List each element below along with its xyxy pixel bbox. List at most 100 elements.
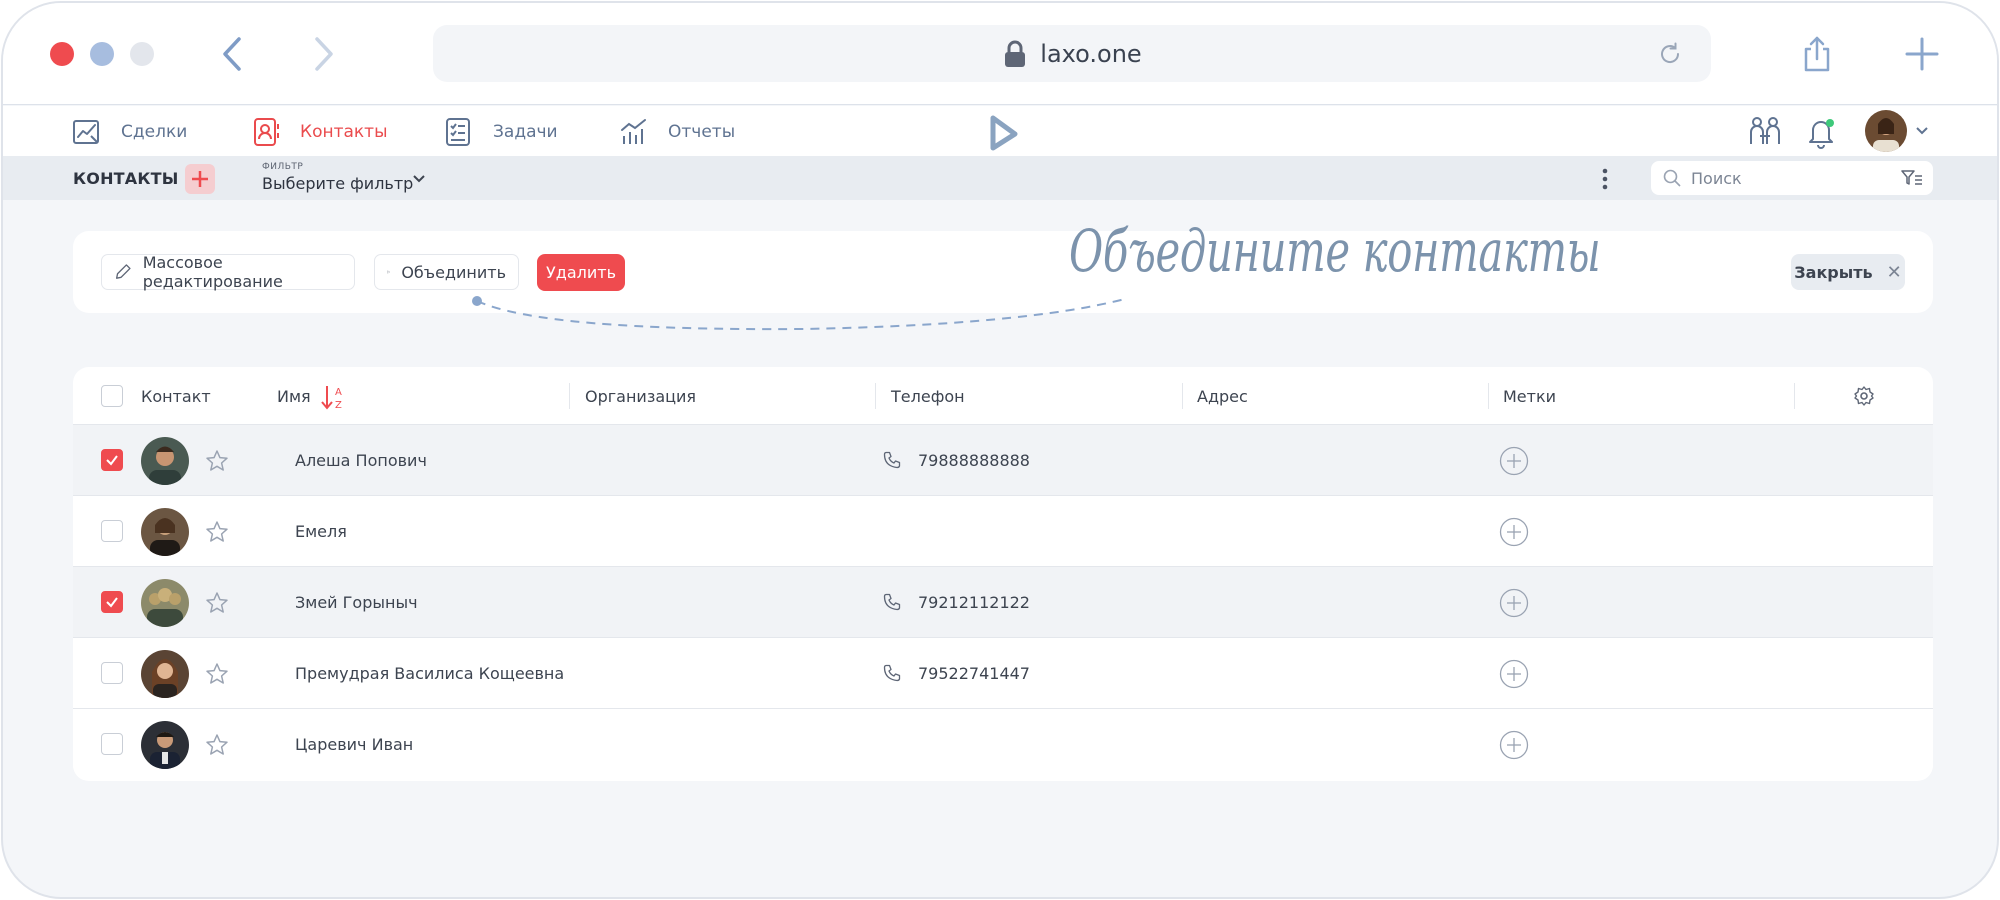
address-bar[interactable]: laxo.one <box>433 25 1711 82</box>
contact-name[interactable]: Змей Горыныч <box>295 593 418 612</box>
column-divider[interactable] <box>875 383 876 409</box>
delete-button[interactable]: Удалить <box>537 254 625 291</box>
laxo-logo-icon[interactable] <box>985 114 1021 154</box>
tasks-checklist-icon <box>446 118 470 146</box>
avatar <box>141 508 189 556</box>
app-navigation: Сделки Контакты Задачи Отчеты <box>3 106 1997 156</box>
page-title: КОНТАКТЫ <box>73 169 179 188</box>
table-row[interactable]: Змей Горыныч 79212112122 <box>73 567 1933 638</box>
add-contact-button[interactable] <box>185 164 215 194</box>
column-header-contact[interactable]: Контакт <box>141 387 211 406</box>
chevron-down-icon[interactable] <box>412 172 426 186</box>
search-input[interactable] <box>1691 168 1871 188</box>
column-header-name[interactable]: Имя <box>277 387 311 406</box>
avatar <box>141 437 189 485</box>
favorite-star-icon[interactable] <box>205 520 229 544</box>
close-label: Закрыть <box>1794 262 1873 282</box>
contact-phone[interactable]: 79888888888 <box>918 451 1030 470</box>
user-avatar[interactable] <box>1865 110 1907 152</box>
favorite-star-icon[interactable] <box>205 662 229 686</box>
nav-item-deals[interactable]: Сделки <box>71 114 187 150</box>
contacts-toolbar: КОНТАКТЫ ФИЛЬТР Выберите фильтр <box>3 156 1997 200</box>
merge-branch-icon <box>387 270 390 274</box>
notification-bell-icon[interactable] <box>1803 114 1839 150</box>
chevron-down-icon[interactable] <box>1915 124 1929 138</box>
select-all-checkbox[interactable] <box>101 385 123 407</box>
contact-phone[interactable]: 79522741447 <box>918 664 1030 683</box>
mass-edit-button[interactable]: Массовое редактирование <box>101 253 355 291</box>
browser-toolbar: laxo.one <box>3 3 1997 105</box>
column-header-address[interactable]: Адрес <box>1197 387 1248 406</box>
table-row[interactable]: Царевич Иван <box>73 709 1933 780</box>
hint-dashed-line <box>472 296 1126 331</box>
add-tag-icon[interactable] <box>1499 446 1529 476</box>
avatar <box>141 650 189 698</box>
favorite-star-icon[interactable] <box>205 591 229 615</box>
avatar <box>141 721 189 769</box>
close-icon: ✕ <box>1886 261 1902 283</box>
row-checkbox[interactable] <box>101 591 123 613</box>
row-checkbox[interactable] <box>101 662 123 684</box>
favorite-star-icon[interactable] <box>205 733 229 757</box>
phone-icon <box>883 451 901 469</box>
browser-window: laxo.one Сделки Контакты Задачи Отчеты К… <box>1 1 1999 899</box>
table-row[interactable]: Премудрая Василиса Кощеевна 79522741447 <box>73 638 1933 709</box>
row-checkbox[interactable] <box>101 733 123 755</box>
nav-item-tasks[interactable]: Задачи <box>443 114 558 150</box>
team-users-icon[interactable] <box>1747 114 1783 150</box>
contact-name[interactable]: Царевич Иван <box>295 735 413 754</box>
nav-label: Задачи <box>493 122 558 142</box>
add-tag-icon[interactable] <box>1499 659 1529 689</box>
column-divider[interactable] <box>1182 383 1183 409</box>
favorite-star-icon[interactable] <box>205 449 229 473</box>
filter-funnel-icon[interactable] <box>1901 169 1923 187</box>
pencil-icon <box>115 264 131 279</box>
checkmark-icon <box>106 455 118 466</box>
mass-edit-label: Массовое редактирование <box>142 253 283 291</box>
url-text: laxo.one <box>1040 39 1142 68</box>
checkmark-icon <box>106 597 118 608</box>
column-header-tags[interactable]: Метки <box>1503 387 1556 406</box>
reload-icon[interactable] <box>1657 41 1683 67</box>
add-tag-icon[interactable] <box>1499 517 1529 547</box>
lock-icon <box>1005 40 1026 67</box>
sort-ascending-icon[interactable]: A Z <box>321 383 347 411</box>
avatar <box>141 579 189 627</box>
table-row[interactable]: Алеша Попович 79888888888 <box>73 425 1933 496</box>
column-divider[interactable] <box>1488 383 1489 409</box>
close-button[interactable]: Закрыть ✕ <box>1791 254 1905 290</box>
minimize-window-button[interactable] <box>90 42 114 66</box>
close-window-button[interactable] <box>50 42 74 66</box>
forward-arrow-icon[interactable] <box>307 33 337 75</box>
column-divider[interactable] <box>1794 383 1795 409</box>
contact-name[interactable]: Премудрая Василиса Кощеевна <box>295 664 564 683</box>
more-options-icon[interactable] <box>1601 168 1609 190</box>
back-arrow-icon[interactable] <box>219 33 249 75</box>
contact-name[interactable]: Алеша Попович <box>295 451 427 470</box>
merge-hint-text: Объедините контакты <box>1069 217 1601 285</box>
row-checkbox[interactable] <box>101 520 123 542</box>
nav-label: Отчеты <box>668 122 736 142</box>
table-header: Контакт Имя A Z Организация Телефон Адре… <box>73 367 1933 425</box>
contacts-book-icon <box>254 118 279 146</box>
add-tag-icon[interactable] <box>1499 588 1529 618</box>
filter-select[interactable]: Выберите фильтр <box>262 174 413 193</box>
table-row[interactable]: Емеля <box>73 496 1933 567</box>
merge-label: Объединить <box>401 262 506 282</box>
nav-item-contacts[interactable]: Контакты <box>250 114 388 150</box>
merge-button[interactable]: Объединить <box>374 254 519 290</box>
column-header-organization[interactable]: Организация <box>585 387 696 406</box>
new-tab-plus-icon[interactable] <box>1905 37 1939 71</box>
column-header-phone[interactable]: Телефон <box>891 387 965 406</box>
nav-item-reports[interactable]: Отчеты <box>618 114 735 150</box>
maximize-window-button[interactable] <box>130 42 154 66</box>
row-checkbox[interactable] <box>101 449 123 471</box>
add-tag-icon[interactable] <box>1499 730 1529 760</box>
filter-caption: ФИЛЬТР <box>262 162 304 172</box>
share-icon[interactable] <box>1801 35 1833 73</box>
column-divider[interactable] <box>569 383 570 409</box>
contact-phone[interactable]: 79212112122 <box>918 593 1030 612</box>
reports-chart-icon <box>621 119 646 144</box>
contact-name[interactable]: Емеля <box>295 522 347 541</box>
gear-icon[interactable] <box>1853 385 1875 407</box>
